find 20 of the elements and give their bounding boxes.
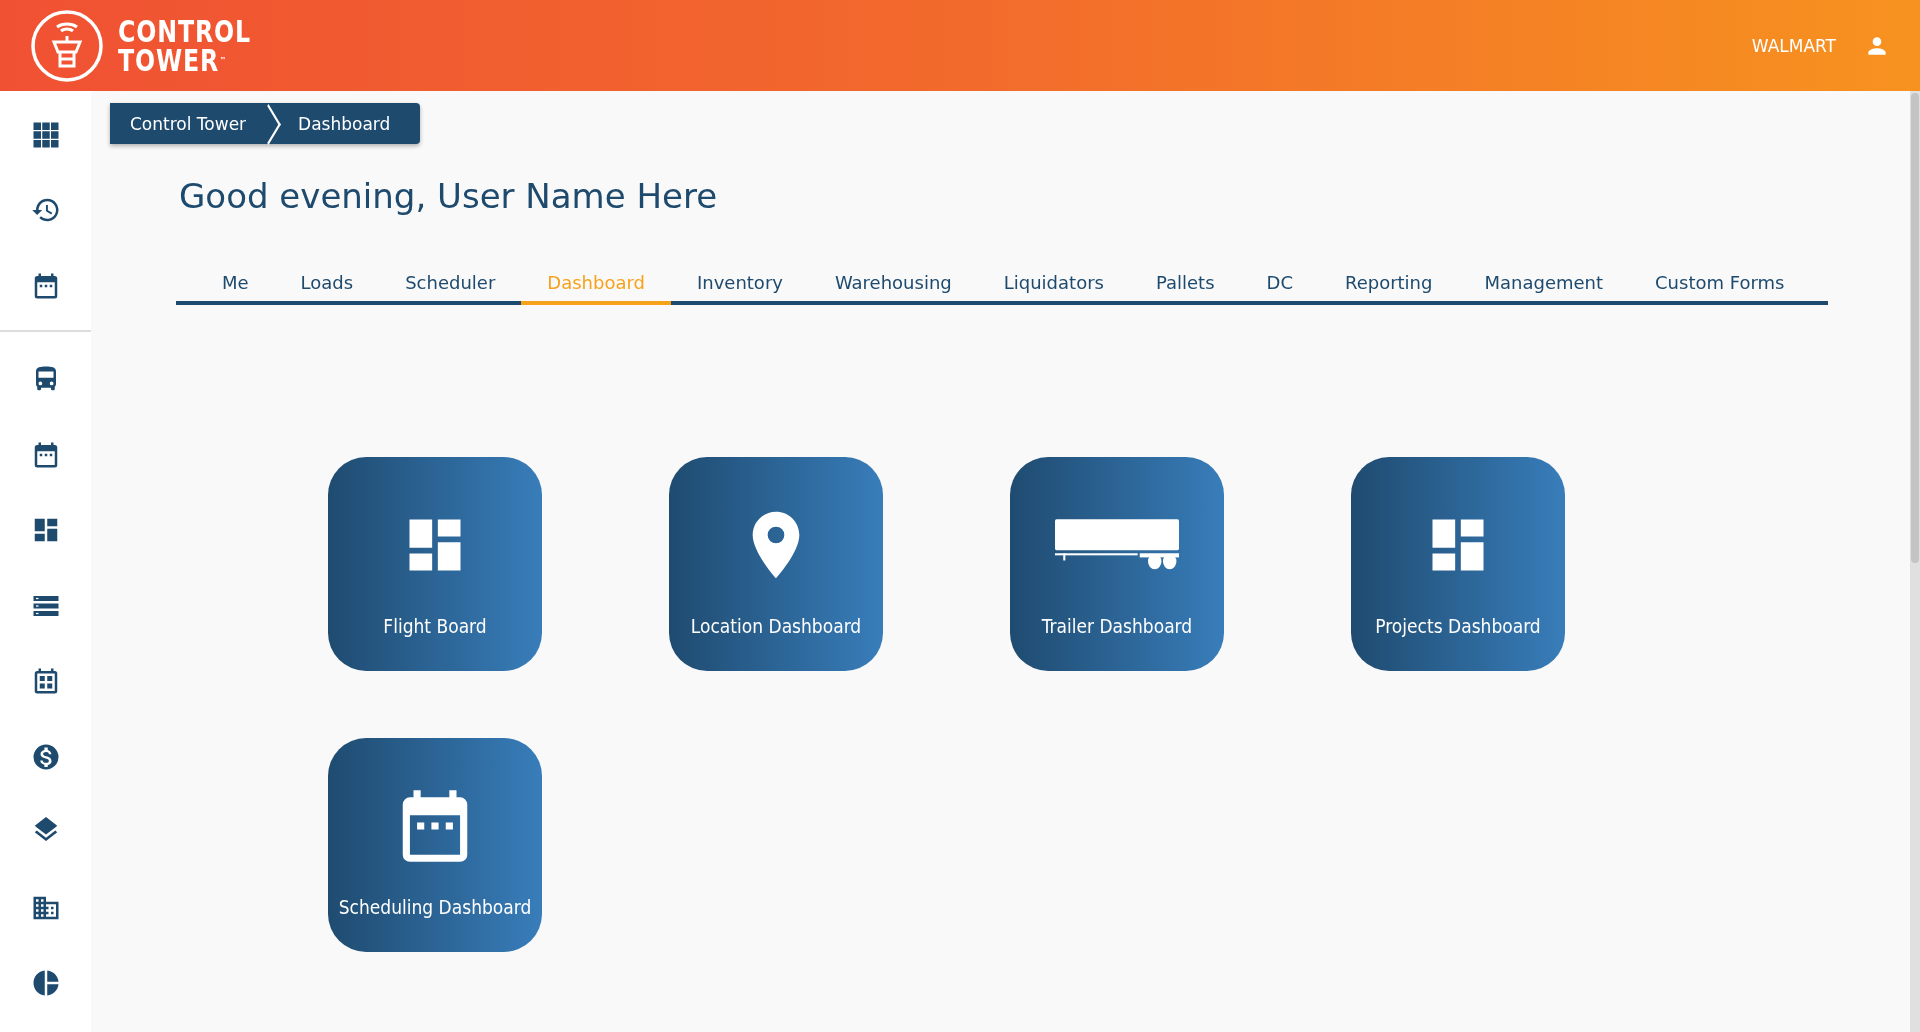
nav-tab[interactable]: Liquidators: [977, 268, 1130, 301]
nav-tab[interactable]: Scheduler: [379, 268, 522, 301]
logo-text: CONTROL: [118, 16, 252, 46]
dashboard-tile[interactable]: Flight Board: [328, 457, 542, 671]
nav-tab[interactable]: Management: [1458, 268, 1630, 301]
nav-tab[interactable]: Pallets: [1129, 268, 1241, 301]
nav-tab[interactable]: Me: [196, 268, 275, 301]
dashboard-tile[interactable]: Trailer Dashboard: [1010, 457, 1224, 671]
dashboard-tile[interactable]: Scheduling Dashboard: [328, 738, 542, 952]
nav-tab[interactable]: Inventory: [670, 268, 809, 301]
dashboard-tile[interactable]: Projects Dashboard: [1351, 457, 1565, 671]
breadcrumb-link[interactable]: Control Tower: [110, 103, 267, 144]
dashboard-tile[interactable]: Location Dashboard: [669, 457, 883, 671]
nav-tab[interactable]: Loads: [274, 268, 380, 301]
greeting-heading: Good evening, User Name Here: [179, 176, 719, 216]
nav-tab[interactable]: Custom Forms: [1629, 268, 1811, 301]
nav-tab[interactable]: Reporting: [1318, 268, 1459, 301]
nav-tab[interactable]: Warehousing: [808, 268, 978, 301]
logo-text: TOWER$^{™}$: [118, 45, 227, 75]
nav-tab[interactable]: DC: [1240, 268, 1319, 301]
